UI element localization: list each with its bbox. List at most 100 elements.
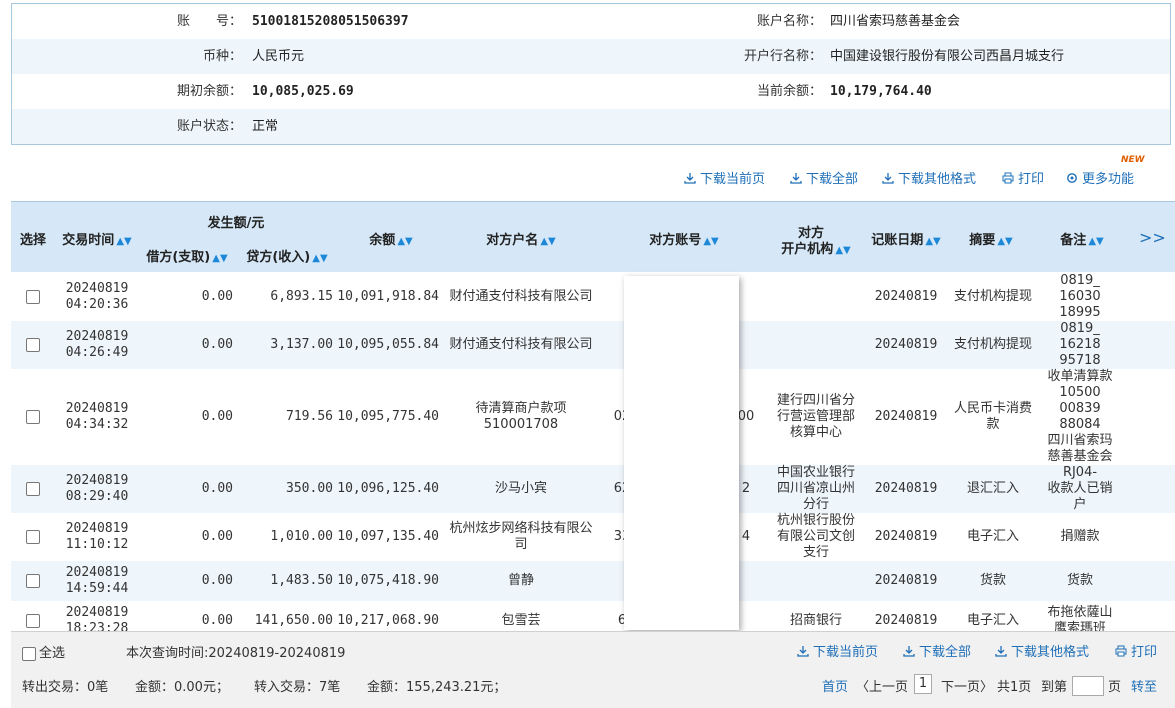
header-bank-label: 开户机构 [781, 242, 834, 257]
select-all-checkbox[interactable] [22, 646, 36, 661]
header-counterparty[interactable]: 对方户名 ▲▼ [481, 229, 561, 248]
header-balance-label: 余额 [369, 233, 396, 248]
header-credit[interactable]: 贷方(收入) ▲▼ [243, 246, 331, 265]
row-balance: 10,091,918.84 [337, 289, 439, 304]
footer-download-page-button[interactable]: 下载当前页 [797, 641, 878, 660]
row-checkbox[interactable] [26, 574, 40, 588]
download-icon [790, 173, 802, 184]
row-debit: 0.00 [201, 529, 233, 544]
footer-download-all-button[interactable]: 下载全部 [903, 641, 971, 660]
info-row-status: 账户状态： 正常 [12, 109, 1170, 144]
download-icon [882, 173, 894, 184]
gear-icon [1067, 173, 1077, 183]
row-checkbox[interactable] [26, 338, 40, 352]
row-balance: 10,217,068.90 [337, 613, 439, 628]
row-bank: 招商银行 [789, 613, 842, 628]
row-summary: 电子汇入 [966, 529, 1019, 544]
row-remark: 0819_ 16218 95718 [1059, 321, 1101, 368]
more-functions-label: 更多功能 [1082, 172, 1135, 187]
row-book-date: 20240819 [874, 613, 938, 628]
row-remark: 收单清算款 10500 00839 88084 四川省索玛 慈善基金会 [1047, 369, 1113, 464]
row-debit: 0.00 [201, 337, 233, 352]
first-page-link[interactable]: 首页 [822, 676, 848, 695]
row-balance: 10,095,775.40 [337, 409, 439, 424]
out-amount: 金额：0.00元； [135, 680, 229, 695]
header-counterparty-label: 对方户名 [486, 233, 539, 248]
table-header: 选择 交易时间 ▲▼ 发生额/元 借方(支取) ▲▼ 贷方(收入) ▲▼ 余额 ▲▼ 对… [11, 202, 1175, 272]
download-other-button[interactable]: 下载其他格式 [882, 170, 976, 190]
row-summary: 支付机构提现 [954, 337, 1033, 352]
header-book-date[interactable]: 记账日期 ▲▼ [866, 229, 946, 248]
printer-icon [1002, 172, 1014, 184]
header-balance[interactable]: 余额 ▲▼ [366, 229, 416, 248]
goto-page-input[interactable] [1072, 676, 1104, 696]
row-debit: 0.00 [201, 573, 233, 588]
table-row: 20240819 14:59:44 0.00 1,483.50 10,075,418.9… [11, 561, 1175, 601]
download-other-label: 下载其他格式 [898, 172, 977, 187]
row-date: 20240819 [65, 281, 129, 296]
prev-page-link[interactable]: 〈上一页 [856, 676, 908, 695]
more-functions-button[interactable]: 更多功能 [1066, 170, 1134, 190]
row-checkbox[interactable] [26, 410, 40, 424]
row-time-cell: 20240819 04:26:49 [59, 321, 135, 369]
info-row-currency: 币种： 人民币元 开户行名称： 中国建设银行股份有限公司西昌月城支行 [12, 39, 1170, 74]
row-book-date: 20240819 [874, 289, 938, 304]
header-remark[interactable]: 备注 ▲▼ [1057, 229, 1107, 248]
header-bank[interactable]: 开户机构 ▲▼ [771, 238, 861, 257]
print-label: 打印 [1018, 172, 1045, 187]
row-remark: 货款 [1066, 573, 1093, 588]
row-account-suffix: 4 [741, 529, 751, 544]
header-time[interactable]: 交易时间 ▲▼ [59, 229, 135, 248]
row-account-suffix: 2 [741, 481, 751, 496]
in-transactions: 转入交易：7笔 [254, 680, 341, 695]
footer-print-button[interactable]: 打印 [1115, 641, 1157, 660]
account-info-panel: 账 号： 51001815208051506397 账户名称： 四川省索玛慈善基… [11, 3, 1171, 145]
printer-icon [1115, 645, 1127, 657]
row-counterparty: 待清算商户款项510001708 [475, 401, 567, 432]
sort-icon: ▲▼ [212, 253, 228, 264]
table-row: 20240819 11:10:12 0.00 1,010.00 10,097,135.4… [11, 513, 1175, 561]
sort-icon: ▲▼ [312, 253, 328, 264]
row-select-cell [17, 369, 49, 465]
row-date: 20240819 [65, 401, 129, 416]
row-checkbox[interactable] [26, 482, 40, 496]
footer-download-all-label: 下载全部 [919, 645, 972, 660]
header-summary[interactable]: 摘要 ▲▼ [966, 229, 1016, 248]
table-footer: 全选 本次查询时间:20240819-20240819 下载当前页 下载全部 下… [11, 631, 1175, 708]
download-all-button[interactable]: 下载全部 [790, 170, 858, 190]
footer-download-other-label: 下载其他格式 [1011, 645, 1090, 660]
row-checkbox[interactable] [26, 530, 40, 544]
row-debit: 0.00 [201, 481, 233, 496]
goto-button[interactable]: 转至 [1131, 676, 1157, 695]
row-bank: 建行四川省分行营运管理部核算中心 [776, 393, 855, 440]
select-all-toggle[interactable]: 全选 [22, 642, 65, 661]
download-all-label: 下载全部 [806, 172, 859, 187]
row-counterparty: 财付通支付科技有限公司 [449, 337, 593, 352]
out-transactions: 转出交易：0笔 [22, 680, 109, 695]
footer-download-other-button[interactable]: 下载其他格式 [995, 641, 1089, 660]
header-account-label: 对方账号 [649, 233, 702, 248]
print-button[interactable]: 打印 [1002, 170, 1044, 190]
info-row-account: 账 号： 51001815208051506397 账户名称： 四川省索玛慈善基… [12, 4, 1170, 39]
download-page-button[interactable]: 下载当前页 [684, 170, 765, 190]
new-badge: NEW [1121, 155, 1145, 165]
row-checkbox[interactable] [26, 290, 40, 304]
download-icon [684, 173, 696, 184]
page-unit-label: 页 [1108, 680, 1122, 695]
opening-balance-value: 10,085,025.69 [252, 84, 354, 99]
row-balance: 10,095,055.84 [337, 337, 439, 352]
current-balance-value: 10,179,764.40 [830, 84, 932, 99]
account-number-label: 账 号： [176, 14, 242, 29]
sort-icon: ▲▼ [1088, 236, 1104, 247]
header-account[interactable]: 对方账号 ▲▼ [644, 229, 724, 248]
row-time-cell: 20240819 14:59:44 [59, 561, 135, 601]
header-debit[interactable]: 借方(支取) ▲▼ [143, 246, 231, 265]
next-page-link[interactable]: 下一页〉 [941, 676, 993, 695]
row-date: 20240819 [65, 605, 129, 620]
expand-columns-button[interactable]: >> [1139, 228, 1166, 247]
row-counterparty: 沙马小宾 [494, 481, 547, 496]
row-checkbox[interactable] [26, 614, 40, 628]
row-balance: 10,096,125.40 [337, 481, 439, 496]
sort-icon: ▲▼ [397, 236, 413, 247]
sort-icon: ▲▼ [997, 236, 1013, 247]
